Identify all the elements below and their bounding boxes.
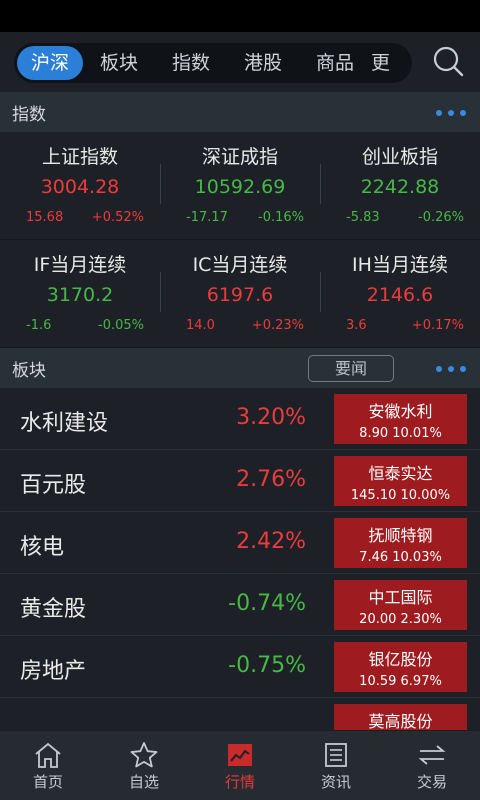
leading-stock[interactable]: 抚顺特钢 7.46 10.03% xyxy=(334,518,467,568)
market-tabs: 沪深 板块 指数 港股 商品 更 xyxy=(14,43,412,83)
tab-trade[interactable]: 交易 xyxy=(384,731,480,800)
leading-stock[interactable]: 银亿股份 10.59 6.97% xyxy=(334,642,467,692)
indices-header: 指数 xyxy=(0,92,480,132)
index-card[interactable]: 深证成指 10592.69 -17.17 -0.16% xyxy=(160,132,320,239)
tab-shangpin[interactable]: 商品 xyxy=(299,43,371,83)
index-card[interactable]: IF当月连续 3170.2 -1.6 -0.05% xyxy=(0,240,160,347)
bottom-tab-bar: 首页 自选 行情 资讯 交易 xyxy=(0,730,480,800)
tab-watchlist[interactable]: 自选 xyxy=(96,731,192,800)
blocks-header: 板块 要闻 xyxy=(0,348,480,388)
status-bar xyxy=(0,0,480,32)
blocks-list: 水利建设 3.20% 安徽水利 8.90 10.01% 百元股 2.76% 恒泰… xyxy=(0,388,480,760)
tab-hushen[interactable]: 沪深 xyxy=(17,46,83,80)
list-item[interactable]: 水利建设 3.20% 安徽水利 8.90 10.01% xyxy=(0,388,480,450)
news-icon xyxy=(325,743,347,767)
leading-stock[interactable]: 恒泰实达 145.10 10.00% xyxy=(334,456,467,506)
tab-ganggu[interactable]: 港股 xyxy=(227,43,299,83)
star-icon xyxy=(130,742,158,768)
tab-more[interactable]: 更 xyxy=(371,43,395,83)
news-button[interactable]: 要闻 xyxy=(308,355,394,382)
indices-more-icon[interactable] xyxy=(436,110,466,116)
index-card[interactable]: IH当月连续 2146.6 3.6 +0.17% xyxy=(320,240,480,347)
market-tab-bar: 沪深 板块 指数 港股 商品 更 xyxy=(0,32,480,92)
tab-news[interactable]: 资讯 xyxy=(288,731,384,800)
home-icon xyxy=(35,742,61,768)
indices-title: 指数 xyxy=(12,104,46,125)
blocks-more-icon[interactable] xyxy=(436,366,466,372)
index-card[interactable]: 创业板指 2242.88 -5.83 -0.26% xyxy=(320,132,480,239)
index-card[interactable]: IC当月连续 6197.6 14.0 +0.23% xyxy=(160,240,320,347)
leading-stock[interactable]: 中工国际 20.00 2.30% xyxy=(334,580,467,630)
list-item[interactable]: 核电 2.42% 抚顺特钢 7.46 10.03% xyxy=(0,512,480,574)
tab-home[interactable]: 首页 xyxy=(0,731,96,800)
tab-bankuai[interactable]: 板块 xyxy=(83,43,155,83)
blocks-title: 板块 xyxy=(12,360,46,381)
chart-icon xyxy=(228,744,252,766)
leading-stock[interactable]: 安徽水利 8.90 10.01% xyxy=(334,394,467,444)
tab-zhishu[interactable]: 指数 xyxy=(155,43,227,83)
search-icon[interactable] xyxy=(432,45,464,77)
list-item[interactable]: 房地产 -0.75% 银亿股份 10.59 6.97% xyxy=(0,636,480,698)
list-item[interactable]: 百元股 2.76% 恒泰实达 145.10 10.00% xyxy=(0,450,480,512)
trade-icon xyxy=(418,745,446,765)
tab-market[interactable]: 行情 xyxy=(192,731,288,800)
indices-grid: 上证指数 3004.28 15.68 +0.52% 深证成指 10592.69 … xyxy=(0,132,480,348)
index-card[interactable]: 上证指数 3004.28 15.68 +0.52% xyxy=(0,132,160,239)
list-item[interactable]: 黄金股 -0.74% 中工国际 20.00 2.30% xyxy=(0,574,480,636)
